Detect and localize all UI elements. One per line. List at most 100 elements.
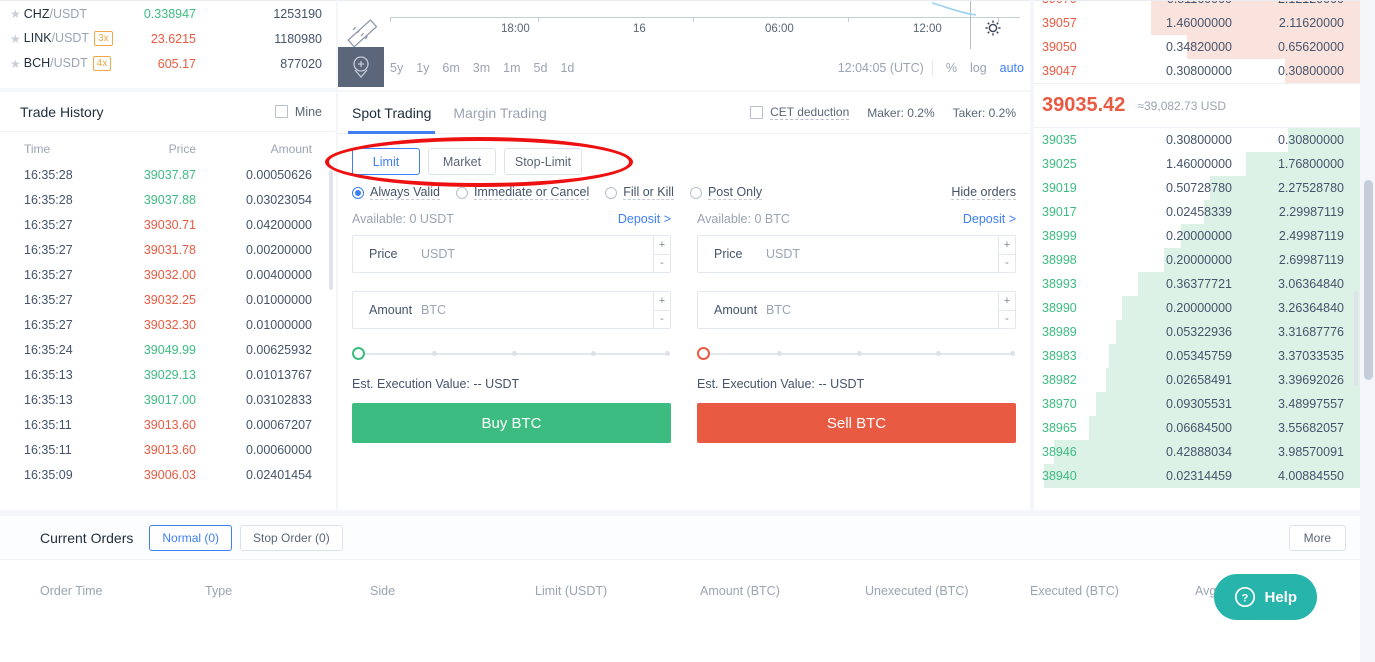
sell-amount-decrement[interactable]: - — [998, 310, 1015, 328]
order-book-price: 38983 — [1042, 349, 1077, 363]
buy-amount-increment[interactable]: + — [653, 292, 670, 311]
order-book-row[interactable]: 38983 0.05345759 3.37033535 — [1034, 344, 1360, 368]
slider-knob[interactable] — [697, 347, 710, 360]
orders-tab-stop-order[interactable]: Stop Order (0) — [240, 524, 343, 551]
order-type-market[interactable]: Market — [428, 148, 496, 175]
buy-amount-decrement[interactable]: - — [653, 310, 670, 328]
trade-time: 16:35:27 — [24, 317, 73, 332]
axis-label-4: 12:00 — [913, 23, 942, 35]
favorite-star-icon[interactable]: ★ — [10, 7, 21, 21]
axis-label-1: 18:00 — [501, 23, 530, 35]
order-book-row[interactable]: 38990 0.20000000 3.26364840 — [1034, 296, 1360, 320]
measure-ruler-icon[interactable] — [342, 7, 384, 49]
order-book-row[interactable]: 39019 0.50728780 2.27528780 — [1034, 176, 1360, 200]
sell-price-increment[interactable]: + — [998, 236, 1015, 255]
validity-fill-or-kill[interactable]: Fill or Kill — [605, 185, 674, 200]
order-book-row[interactable]: 38999 0.20000000 2.49987119 — [1034, 224, 1360, 248]
order-book-row[interactable]: 38989 0.05322936 3.31687776 — [1034, 320, 1360, 344]
order-book-asks[interactable]: 390700.811600002.12120000 39057 1.46000000… — [1034, 1, 1360, 83]
radio-dot — [605, 186, 618, 199]
range-5d[interactable]: 5d — [534, 61, 548, 75]
mine-checkbox[interactable]: Mine — [274, 105, 322, 119]
trade-panel-tabs: Spot Trading Margin Trading CET deductio… — [338, 92, 1030, 134]
range-3m[interactable]: 3m — [473, 61, 490, 75]
buy-percent-slider[interactable] — [352, 347, 671, 361]
cet-deduction-checkbox[interactable]: CET deduction — [750, 105, 850, 120]
range-6m[interactable]: 6m — [442, 61, 459, 75]
sell-deposit-link[interactable]: Deposit > — [963, 212, 1016, 226]
order-book-row[interactable]: 39017 0.02458339 2.29987119 — [1034, 200, 1360, 224]
order-book-row[interactable]: 38982 0.02658491 3.39692026 — [1034, 368, 1360, 392]
sell-price-decrement[interactable]: - — [998, 254, 1015, 272]
buy-price-field[interactable]: Price USDT + - — [352, 235, 671, 273]
order-book-price: 38970 — [1042, 397, 1077, 411]
page-scrollbar-track[interactable] — [1360, 0, 1375, 662]
order-book-row[interactable]: 38965 0.06684500 3.55682057 — [1034, 416, 1360, 440]
market-row[interactable]: ★ CHZ/USDT 0.338947 1253190 — [0, 1, 336, 26]
order-book-row[interactable]: 39035 0.30800000 0.30800000 — [1034, 128, 1360, 152]
sell-est-value: Est. Execution Value: -- USDT — [697, 377, 865, 391]
tab-margin-trading[interactable]: Margin Trading — [453, 105, 546, 121]
validity-immediate-or-cancel[interactable]: Immediate or Cancel — [455, 185, 590, 200]
order-book-row[interactable]: 38970 0.09305531 3.48997557 — [1034, 392, 1360, 416]
buy-button[interactable]: Buy BTC — [352, 403, 671, 443]
help-button[interactable]: ? Help — [1214, 574, 1317, 620]
order-book-row[interactable]: 39057 1.46000000 2.11620000 — [1034, 11, 1360, 35]
buy-price-decrement[interactable]: - — [653, 254, 670, 272]
order-book-bids[interactable]: 39035 0.30800000 0.30800000 39025 1.46000000… — [1034, 128, 1360, 488]
trade-history-scrollbar[interactable] — [329, 170, 333, 290]
sell-amount-placeholder: BTC — [766, 303, 791, 317]
table-row: 16:35:27 39032.25 0.01000000 — [0, 287, 336, 312]
market-row[interactable]: ★ BCH/USDT 4x 605.17 877020 — [0, 51, 336, 76]
order-book-row[interactable]: 39025 1.46000000 1.76800000 — [1034, 152, 1360, 176]
scale-auto-button[interactable]: auto — [1000, 61, 1024, 75]
trade-price: 39037.87 — [143, 167, 196, 182]
scale-percent-button[interactable]: % — [946, 61, 957, 75]
sell-percent-slider[interactable] — [697, 347, 1016, 361]
validity-post-only[interactable]: Post Only — [689, 185, 763, 200]
tab-spot-trading[interactable]: Spot Trading — [347, 105, 436, 134]
buy-amount-placeholder: BTC — [421, 303, 446, 317]
trade-history-rows[interactable]: 16:35:28 39037.87 0.00050626 16:35:28 39037.… — [0, 162, 336, 492]
hide-orders-checkbox[interactable]: Hide orders — [944, 185, 1016, 200]
favorite-star-icon[interactable]: ★ — [10, 32, 21, 46]
buy-amount-label: Amount — [369, 303, 413, 317]
market-pair: LINK/USDT 3x — [24, 31, 113, 46]
buy-deposit-link[interactable]: Deposit > — [618, 212, 671, 226]
sell-price-field[interactable]: Price USDT + - — [697, 235, 1016, 273]
page-scrollbar-thumb[interactable] — [1364, 180, 1373, 380]
range-5y[interactable]: 5y — [390, 61, 403, 75]
chart-settings-icon[interactable] — [984, 19, 1002, 40]
trade-time: 16:35:27 — [24, 217, 73, 232]
order-book-amount: 0.05322936 — [1165, 325, 1232, 339]
order-book-row[interactable]: 38940 0.02314459 4.00884550 — [1034, 464, 1360, 488]
validity-always-valid[interactable]: Always Valid — [352, 185, 440, 200]
order-book-scrollbar[interactable] — [1354, 291, 1358, 386]
range-1y[interactable]: 1y — [416, 61, 429, 75]
sell-button[interactable]: Sell BTC — [697, 403, 1016, 443]
order-book-row[interactable]: 38993 0.36377721 3.06364840 — [1034, 272, 1360, 296]
scale-log-button[interactable]: log — [970, 61, 987, 75]
more-button[interactable]: More — [1288, 524, 1346, 551]
cet-deduction-label: CET deduction — [770, 105, 850, 120]
order-book-row[interactable]: 39050 0.34820000 0.65620000 — [1034, 35, 1360, 59]
order-type-stop-limit[interactable]: Stop-Limit — [504, 148, 582, 175]
buy-price-increment[interactable]: + — [653, 236, 670, 255]
order-type-limit[interactable]: Limit — [352, 148, 420, 175]
favorite-star-icon[interactable]: ★ — [10, 57, 21, 71]
range-1d[interactable]: 1d — [560, 61, 574, 75]
market-row[interactable]: ★ LINK/USDT 3x 23.6215 1180980 — [0, 26, 336, 51]
range-1m[interactable]: 1m — [503, 61, 520, 75]
orders-tab-normal[interactable]: Normal (0) — [149, 524, 233, 551]
sell-amount-increment[interactable]: + — [998, 292, 1015, 311]
order-book-row[interactable]: 38946 0.42888034 3.98570091 — [1034, 440, 1360, 464]
buy-amount-field[interactable]: Amount BTC + - — [352, 291, 671, 329]
slider-knob[interactable] — [352, 347, 365, 360]
order-book-row[interactable]: 38998 0.20000000 2.69987119 — [1034, 248, 1360, 272]
sell-amount-field[interactable]: Amount BTC + - — [697, 291, 1016, 329]
order-book-row[interactable]: 39047 0.30800000 0.30800000 — [1034, 59, 1360, 83]
sell-side: Available: 0 BTC Deposit > Price USDT + … — [697, 212, 1016, 443]
order-book-price: 38982 — [1042, 373, 1077, 387]
chart-zoom-control[interactable] — [338, 47, 384, 87]
order-book-row[interactable]: 390700.811600002.12120000 — [1034, 1, 1360, 11]
